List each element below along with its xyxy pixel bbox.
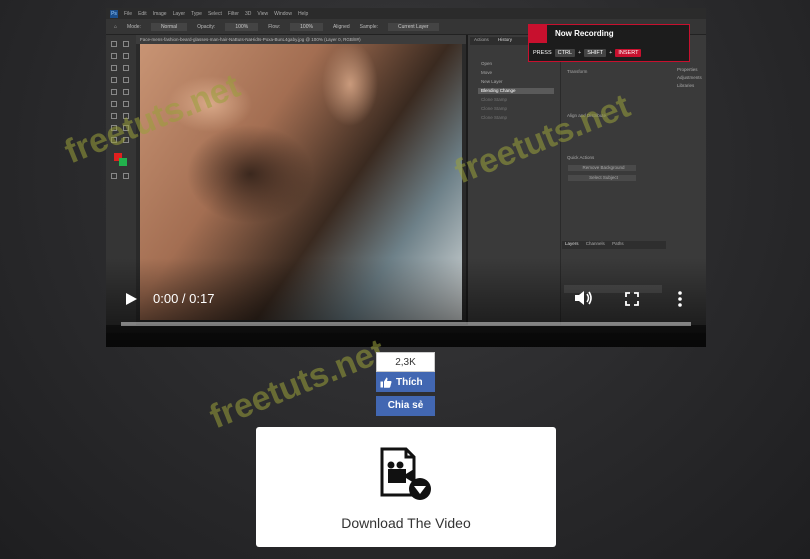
clone-stamp-tool-icon bbox=[123, 89, 129, 95]
recording-shortcut: PRESS CTRL + SHIFT + INSERT bbox=[533, 49, 642, 57]
history-item: Clone Stamp bbox=[481, 97, 508, 102]
plus-sign: + bbox=[578, 50, 582, 56]
layers-panel-tabs: Layers Channels Paths bbox=[562, 241, 666, 249]
properties-section-align: Align and Distribute bbox=[567, 113, 607, 118]
like-button[interactable]: Thích bbox=[376, 372, 435, 392]
marquee-tool-icon bbox=[111, 53, 117, 59]
dodge-tool-icon bbox=[111, 125, 117, 131]
select-subject-button: Select Subject bbox=[568, 175, 636, 181]
menu-filter: Filter bbox=[227, 10, 239, 17]
tab-channels: Channels bbox=[585, 241, 605, 246]
key-shift: SHIFT bbox=[584, 49, 607, 57]
path-selection-tool-icon bbox=[123, 137, 129, 143]
pen-tool-icon bbox=[123, 125, 129, 131]
history-brush-tool-icon bbox=[111, 101, 117, 107]
crop-tool-icon bbox=[111, 65, 117, 71]
menu-layer: Layer bbox=[172, 10, 186, 17]
tab-actions: Actions bbox=[474, 37, 489, 42]
menu-edit: Edit bbox=[138, 10, 147, 17]
tab-history: History bbox=[498, 37, 513, 42]
history-item: Clone Stamp bbox=[481, 106, 508, 111]
fullscreen-icon[interactable] bbox=[625, 292, 639, 306]
history-item: Move bbox=[481, 70, 493, 75]
opacity-label: Opacity: bbox=[197, 23, 216, 30]
menu-help: Help bbox=[297, 10, 309, 17]
healing-tool-icon bbox=[123, 77, 129, 83]
flow-label: Flow: bbox=[268, 23, 281, 30]
panel-label-properties: Properties bbox=[677, 67, 698, 72]
video-file-download-icon bbox=[380, 447, 431, 500]
mode-value: Normal bbox=[150, 22, 188, 31]
sample-value: Current Layer bbox=[387, 22, 439, 31]
like-label: Thích bbox=[396, 376, 423, 388]
plus-sign: + bbox=[609, 50, 613, 56]
tab-layers: Layers bbox=[565, 241, 579, 246]
menu-file: File bbox=[124, 10, 133, 17]
flow-value: 100% bbox=[290, 22, 323, 31]
document-tab: Face-mens-fashion-beard-glasses-man-hair… bbox=[136, 35, 466, 44]
blur-tool-icon bbox=[123, 113, 129, 119]
video-player[interactable]: Ps File Edit Image Layer Type Select Fil… bbox=[106, 8, 706, 347]
recording-overlay: Now Recording PRESS CTRL + SHIFT + INSER… bbox=[528, 24, 690, 62]
type-tool-icon bbox=[111, 137, 117, 143]
menu-type: Type bbox=[191, 10, 202, 17]
panel-label-adjustments: Adjustments bbox=[677, 75, 702, 80]
menu-select: Select bbox=[207, 10, 222, 17]
key-insert: INSERT bbox=[615, 49, 642, 57]
history-item: Blending Change bbox=[478, 88, 554, 94]
menu-window: Window bbox=[274, 10, 292, 17]
panel-label-libraries: Libraries bbox=[677, 83, 695, 88]
download-label: Download The Video bbox=[341, 515, 471, 531]
press-label: PRESS bbox=[533, 50, 552, 56]
time-display: 0:00 / 0:17 bbox=[153, 291, 215, 306]
opacity-value: 100% bbox=[225, 22, 259, 31]
download-card[interactable]: Download The Video bbox=[256, 427, 556, 547]
watermark: freetuts.net bbox=[204, 331, 391, 437]
thumbs-up-icon bbox=[380, 377, 392, 388]
photoshop-logo: Ps bbox=[110, 9, 118, 18]
more-options-icon[interactable] bbox=[677, 291, 683, 307]
menu-3d: 3D bbox=[244, 10, 252, 17]
menu-view: View bbox=[257, 10, 269, 17]
home-icon: ⌂ bbox=[114, 23, 118, 30]
frame-tool-icon bbox=[123, 65, 129, 71]
properties-section-quick-actions: Quick Actions bbox=[567, 155, 595, 160]
quick-mask-icon bbox=[111, 173, 117, 179]
properties-section-transform: Transform bbox=[567, 69, 588, 74]
eyedropper-tool-icon bbox=[111, 77, 117, 83]
remove-background-button: Remove Background bbox=[568, 165, 636, 171]
artboard-tool-icon bbox=[123, 41, 129, 47]
eraser-tool-icon bbox=[123, 101, 129, 107]
menu-image: Image bbox=[152, 10, 167, 17]
play-icon[interactable] bbox=[124, 292, 138, 306]
volume-icon[interactable] bbox=[574, 290, 594, 306]
screen-mode-icon bbox=[123, 173, 129, 179]
like-count: 2,3K bbox=[376, 352, 435, 372]
aligned-option: Aligned bbox=[332, 23, 350, 30]
move-tool-icon bbox=[111, 41, 117, 47]
progress-bar[interactable] bbox=[121, 322, 691, 326]
sample-label: Sample: bbox=[359, 23, 378, 30]
history-item: New Layer bbox=[481, 79, 503, 84]
recording-title: Now Recording bbox=[555, 29, 614, 38]
gradient-tool-icon bbox=[111, 113, 117, 119]
key-ctrl: CTRL bbox=[554, 49, 576, 57]
background-color-swatch bbox=[119, 158, 127, 166]
photoshop-menubar: Ps File Edit Image Layer Type Select Fil… bbox=[106, 8, 706, 19]
share-button[interactable]: Chia sẻ bbox=[376, 396, 435, 416]
record-indicator-icon bbox=[529, 25, 547, 43]
mode-label: Mode: bbox=[127, 23, 141, 30]
history-item: Clone Stamp bbox=[481, 115, 508, 120]
lasso-tool-icon bbox=[123, 53, 129, 59]
tab-paths: Paths bbox=[612, 241, 624, 246]
brush-tool-icon bbox=[111, 89, 117, 95]
